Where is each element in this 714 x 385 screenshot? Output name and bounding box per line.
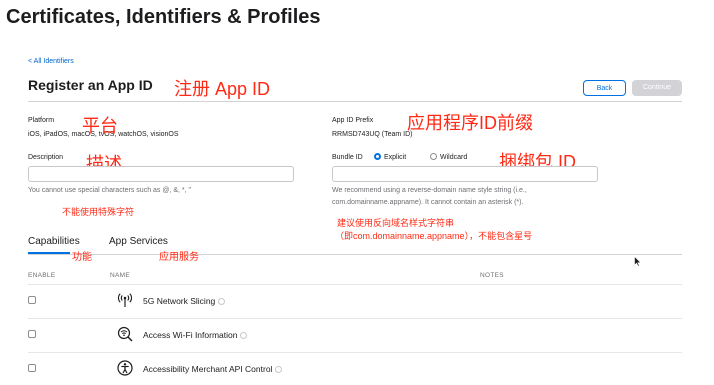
register-app-id-heading: Register an App ID [28, 77, 153, 93]
annotation-reverse-domain-1: 建议使用反向域名样式字符串 [337, 218, 455, 228]
antenna-signal-icon [118, 293, 132, 307]
column-header-name: NAME [110, 272, 130, 279]
annotation-platform: 平台 [82, 116, 118, 136]
row-divider [28, 318, 682, 319]
back-button[interactable]: Back [583, 80, 626, 96]
description-hint: You cannot use special characters such a… [28, 187, 192, 194]
app-id-prefix-value: RRMSD743UQ (Team ID) [332, 131, 413, 138]
enable-checkbox-accessibility-merchant-api-control[interactable] [28, 364, 36, 372]
explicit-radio[interactable] [374, 153, 381, 160]
info-icon[interactable] [240, 332, 248, 340]
enable-checkbox-5g-network-slicing[interactable] [28, 296, 36, 304]
all-identifiers-link[interactable]: < All Identifiers [28, 58, 74, 65]
bundle-id-label: Bundle ID [332, 154, 363, 161]
column-header-enable: ENABLE [28, 272, 56, 279]
annotation-no-special-chars: 不能使用特殊字符 [62, 207, 135, 217]
header-divider [28, 101, 682, 102]
wifi-search-icon [117, 326, 133, 342]
wildcard-radio[interactable] [430, 153, 437, 160]
row-divider [28, 352, 682, 353]
bundle-id-hint-line2: com.domainname.appname). It cannot conta… [332, 199, 524, 206]
continue-button[interactable]: Continue [632, 80, 682, 96]
capability-name: Accessibility Merchant API Control [143, 364, 283, 374]
annotation-capabilities: 功能 [72, 252, 92, 263]
annotation-register: 注册 App ID [174, 79, 271, 99]
description-input[interactable] [28, 166, 294, 182]
mouse-pointer-icon [634, 256, 642, 267]
explicit-option-label[interactable]: Explicit [384, 154, 406, 161]
enable-checkbox-access-wifi-information[interactable] [28, 330, 36, 338]
capability-name: 5G Network Slicing [143, 296, 226, 306]
annotation-app-services: 应用服务 [159, 252, 199, 263]
tab-divider [28, 254, 682, 255]
tab-app-services[interactable]: App Services [109, 236, 168, 247]
annotation-reverse-domain-2: （即com.domainname.appname），不能包含星号 [335, 231, 533, 241]
table-header-divider [28, 284, 682, 285]
app-id-prefix-label: App ID Prefix [332, 117, 374, 124]
capability-label: 5G Network Slicing [143, 296, 216, 306]
active-tab-indicator [28, 252, 70, 254]
tab-capabilities[interactable]: Capabilities [28, 236, 80, 247]
column-header-notes: NOTES [480, 272, 504, 279]
info-icon[interactable] [275, 366, 283, 374]
wildcard-option-label[interactable]: Wildcard [440, 154, 467, 161]
capability-label: Accessibility Merchant API Control [143, 364, 273, 374]
accessibility-icon [117, 360, 133, 376]
platform-label: Platform [28, 117, 55, 124]
bundle-id-input[interactable] [332, 166, 598, 182]
annotation-prefix: 应用程序ID前缀 [407, 113, 533, 133]
page-title: Certificates, Identifiers & Profiles [6, 6, 321, 28]
description-label: Description [28, 154, 64, 161]
capability-label: Access Wi-Fi Information [143, 330, 238, 340]
capability-name: Access Wi-Fi Information [143, 330, 248, 340]
bundle-id-hint-line1: We recommend using a reverse-domain name… [332, 187, 527, 194]
info-icon[interactable] [218, 298, 226, 306]
